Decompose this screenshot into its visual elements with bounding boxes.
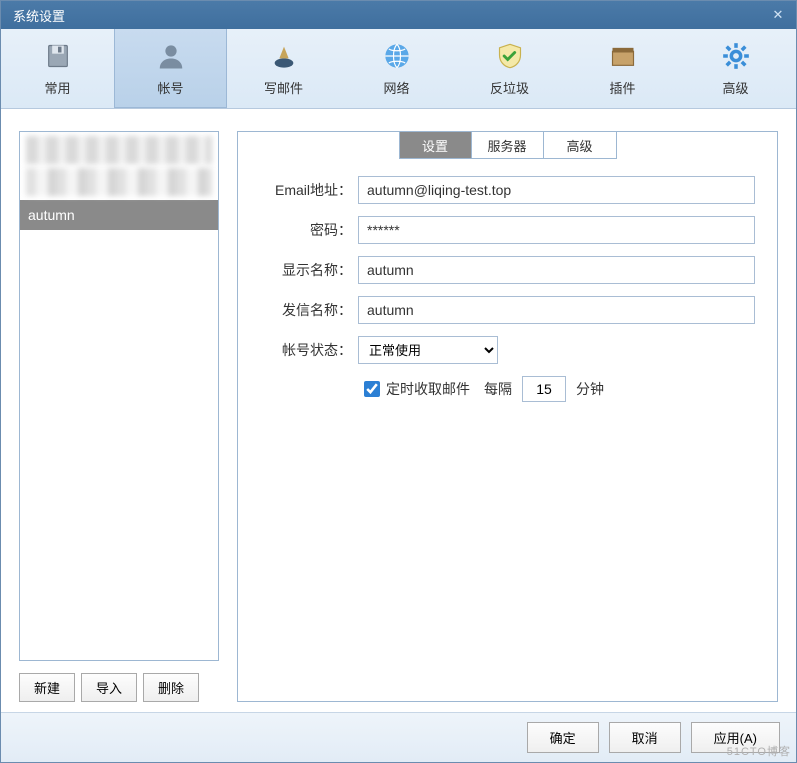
password-field[interactable] [358,216,755,244]
toolbar-label: 反垃圾 [490,78,529,97]
toolbar: 常用 帐号 写邮件 网络 反垃圾 [1,29,796,109]
tab-advanced[interactable]: 高级 [544,132,616,158]
account-list: autumn [19,131,219,661]
shield-check-icon [494,40,526,72]
schedule-label: 定时收取邮件 [386,379,470,399]
ok-button[interactable]: 确定 [527,722,599,753]
toolbar-item-antispam[interactable]: 反垃圾 [453,29,566,108]
toolbar-label: 网络 [383,78,409,97]
status-select[interactable]: 正常使用 [358,336,498,364]
toolbar-item-compose[interactable]: 写邮件 [227,29,340,108]
titlebar: 系统设置 ✕ [1,1,796,29]
window-title: 系统设置 [13,6,65,25]
apply-button[interactable]: 应用(A) [691,722,780,753]
tab-server[interactable]: 服务器 [472,132,544,158]
new-button[interactable]: 新建 [19,673,75,702]
status-label: 帐号状态： [260,340,358,360]
toolbar-item-plugins[interactable]: 插件 [566,29,679,108]
list-item[interactable] [26,136,212,164]
display-name-label: 显示名称： [260,260,358,280]
cancel-button[interactable]: 取消 [609,722,681,753]
toolbar-label: 写邮件 [264,78,303,97]
close-icon[interactable]: ✕ [768,7,788,23]
display-name-field[interactable] [358,256,755,284]
email-label: Email地址： [260,180,358,200]
delete-button[interactable]: 删除 [143,673,199,702]
globe-icon [381,40,413,72]
password-label: 密码： [260,220,358,240]
toolbar-label: 插件 [609,78,635,97]
list-item[interactable] [26,168,212,196]
toolbar-item-advanced[interactable]: 高级 [679,29,792,108]
box-icon [607,40,639,72]
form-panel: 设置 服务器 高级 Email地址： 密码： 显示名称： 发信名称 [237,131,778,702]
list-item-selected[interactable]: autumn [20,200,218,230]
toolbar-label: 高级 [722,78,748,97]
floppy-icon [42,40,74,72]
tab-settings[interactable]: 设置 [400,132,472,158]
sender-name-label: 发信名称： [260,300,358,320]
toolbar-label: 帐号 [157,78,183,97]
subtabs: 设置 服务器 高级 [399,131,617,159]
schedule-checkbox[interactable] [364,381,380,397]
toolbar-item-network[interactable]: 网络 [340,29,453,108]
toolbar-item-common[interactable]: 常用 [1,29,114,108]
interval-suffix: 分钟 [576,379,604,399]
inkwell-icon [268,40,300,72]
sender-name-field[interactable] [358,296,755,324]
footer: 确定 取消 应用(A) 51CTO博客 [1,712,796,762]
gear-icon [720,40,752,72]
toolbar-label: 常用 [44,78,70,97]
import-button[interactable]: 导入 [81,673,137,702]
email-field[interactable] [358,176,755,204]
person-icon [155,40,187,72]
interval-field[interactable] [522,376,566,402]
interval-prefix: 每隔 [484,379,512,399]
toolbar-item-account[interactable]: 帐号 [114,29,227,108]
account-label: autumn [28,207,75,223]
